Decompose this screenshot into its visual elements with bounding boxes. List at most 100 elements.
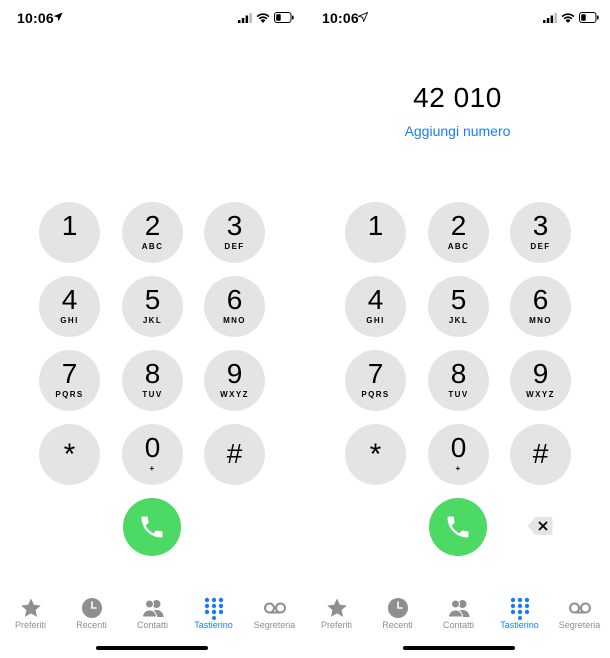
- key-digit: 7: [61, 358, 78, 389]
- key-9[interactable]: 9 WXYZ: [510, 350, 571, 411]
- phone-screen-empty: 10:06 1 2 ABC 3 DEF 4 GHI 5 JKL 6 MNO 7 …: [0, 0, 305, 658]
- phone-icon: [447, 516, 469, 538]
- key-digit: 2: [450, 210, 467, 241]
- key-letters: DEF: [530, 242, 551, 251]
- key-letters: GHI: [60, 316, 79, 325]
- tab-label: Contatti: [136, 620, 169, 630]
- key-letters: PQRS: [361, 390, 390, 399]
- key-digit: 3: [532, 210, 549, 241]
- voicemail-icon: [568, 602, 591, 614]
- tab-contatti[interactable]: Contatti: [428, 588, 489, 638]
- key-letters: GHI: [366, 316, 385, 325]
- tab-preferiti[interactable]: Preferiti: [0, 588, 61, 638]
- key-2[interactable]: 2 ABC: [122, 202, 183, 263]
- tab-label: Segreteria: [558, 620, 601, 630]
- tab-recenti[interactable]: Recenti: [61, 588, 122, 638]
- key-letters: TUV: [142, 390, 163, 399]
- key-8[interactable]: 8 TUV: [122, 350, 183, 411]
- tab-label: Recenti: [382, 620, 413, 630]
- key-digit: 8: [144, 358, 161, 389]
- key-1[interactable]: 1: [345, 202, 406, 263]
- key-8[interactable]: 8 TUV: [428, 350, 489, 411]
- key-digit: 6: [532, 284, 549, 315]
- tab-tastierino[interactable]: Tastierino: [183, 588, 244, 638]
- key-9[interactable]: 9 WXYZ: [204, 350, 265, 411]
- key-digit: 8: [450, 358, 467, 389]
- key-0[interactable]: 0 +: [428, 424, 489, 485]
- tab-tastierino[interactable]: Tastierino: [489, 588, 550, 638]
- tab-label: Segreteria: [253, 620, 296, 630]
- home-indicator[interactable]: [403, 646, 515, 650]
- dialed-number: 42 010: [413, 82, 502, 113]
- key-3[interactable]: 3 DEF: [510, 202, 571, 263]
- key-star[interactable]: *: [345, 424, 406, 485]
- cellular-signal-icon: [543, 13, 557, 23]
- call-button[interactable]: [123, 498, 181, 556]
- key-5[interactable]: 5 JKL: [428, 276, 489, 337]
- key-6[interactable]: 6 MNO: [510, 276, 571, 337]
- key-star[interactable]: *: [39, 424, 100, 485]
- key-5[interactable]: 5 JKL: [122, 276, 183, 337]
- key-7[interactable]: 7 PQRS: [345, 350, 406, 411]
- key-digit: *: [369, 438, 382, 471]
- keypad-icon: [204, 597, 223, 620]
- battery-icon: [579, 12, 599, 23]
- backspace-icon[interactable]: [527, 516, 553, 536]
- key-digit: 1: [61, 210, 78, 241]
- cellular-signal-icon: [238, 13, 252, 23]
- key-digit: 4: [367, 284, 384, 315]
- key-digit: 7: [367, 358, 384, 389]
- key-7[interactable]: 7 PQRS: [39, 350, 100, 411]
- tab-preferiti[interactable]: Preferiti: [306, 588, 367, 638]
- key-4[interactable]: 4 GHI: [345, 276, 406, 337]
- key-letters: PQRS: [55, 390, 84, 399]
- key-2[interactable]: 2 ABC: [428, 202, 489, 263]
- tab-segreteria[interactable]: Segreteria: [549, 588, 610, 638]
- key-digit: 2: [144, 210, 161, 241]
- location-arrow-icon: [358, 12, 368, 22]
- key-letters: ABC: [447, 242, 470, 251]
- key-digit: 9: [532, 358, 549, 389]
- key-hash[interactable]: #: [510, 424, 571, 485]
- clock-icon: [81, 598, 102, 618]
- key-digit: 3: [226, 210, 243, 241]
- clock-icon: [387, 598, 408, 618]
- key-digit: 6: [226, 284, 243, 315]
- key-letters: DEF: [224, 242, 245, 251]
- phone-screen-dialed: 10:06 42 010 Aggiungi numero 1 2 ABC 3 D…: [305, 0, 610, 658]
- tab-segreteria[interactable]: Segreteria: [244, 588, 305, 638]
- key-letters: JKL: [142, 316, 163, 325]
- tab-label: Tastierino: [194, 620, 233, 630]
- key-digit: #: [532, 438, 549, 469]
- key-digit: 4: [61, 284, 78, 315]
- tab-bar: Preferiti Recenti Contatti Tastierino Se…: [0, 588, 305, 638]
- key-letters: JKL: [448, 316, 469, 325]
- tab-recenti[interactable]: Recenti: [367, 588, 428, 638]
- key-4[interactable]: 4 GHI: [39, 276, 100, 337]
- key-letters: MNO: [223, 316, 246, 325]
- key-1[interactable]: 1: [39, 202, 100, 263]
- key-letters: WXYZ: [220, 390, 249, 399]
- tab-label: Tastierino: [500, 620, 539, 630]
- key-3[interactable]: 3 DEF: [204, 202, 265, 263]
- call-button[interactable]: [429, 498, 487, 556]
- key-0[interactable]: 0 +: [122, 424, 183, 485]
- wifi-icon: [256, 13, 270, 23]
- phone-icon: [141, 516, 163, 538]
- tab-label: Recenti: [76, 620, 107, 630]
- star-icon: [20, 598, 41, 617]
- key-digit: 0: [450, 432, 467, 463]
- home-indicator[interactable]: [96, 646, 208, 650]
- key-letters: ABC: [141, 242, 164, 251]
- key-digit: 0: [144, 432, 161, 463]
- key-6[interactable]: 6 MNO: [204, 276, 265, 337]
- key-digit: 1: [367, 210, 384, 241]
- key-hash[interactable]: #: [204, 424, 265, 485]
- tab-contatti[interactable]: Contatti: [122, 588, 183, 638]
- key-letters: TUV: [448, 390, 469, 399]
- key-digit: 9: [226, 358, 243, 389]
- tab-label: Preferiti: [320, 620, 352, 630]
- key-letters: +: [149, 464, 156, 473]
- add-number-link[interactable]: Aggiungi numero: [305, 123, 610, 139]
- tab-label: Contatti: [442, 620, 475, 630]
